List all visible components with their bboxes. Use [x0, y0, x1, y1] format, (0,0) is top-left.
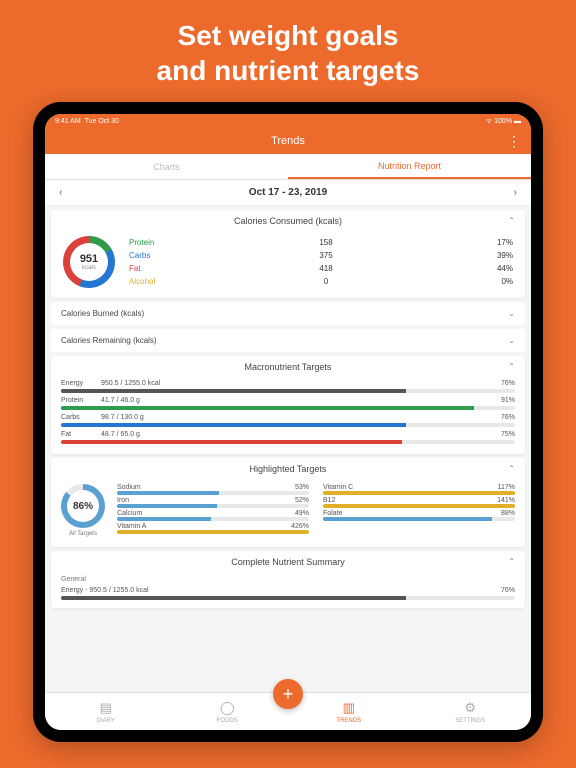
chevron-down-icon: ⌄	[508, 336, 515, 345]
chevron-up-icon: ⌃	[508, 216, 515, 225]
collapsed-section[interactable]: Calories Remaining (kcals)⌄	[51, 329, 525, 352]
chevron-up-icon: ⌃	[508, 557, 515, 566]
tab-charts[interactable]: Charts	[45, 154, 288, 179]
tab-diary[interactable]: ▤DIARY	[45, 693, 167, 730]
status-bar: 9:41 AM Tue Oct 30 ᯤ 100% ▬	[45, 114, 531, 128]
complete-nutrient-summary-card: Complete Nutrient Summary⌃ General Energ…	[51, 551, 525, 608]
calories-donut-chart: 951kcals	[63, 236, 115, 288]
collapsed-section[interactable]: Calories Burned (kcals)⌄	[51, 302, 525, 325]
tab-foods[interactable]: ◯FOODS	[167, 693, 289, 730]
marketing-headline: Set weight goalsand nutrient targets	[137, 0, 440, 102]
trends-icon: ▥	[343, 700, 355, 716]
chevron-up-icon: ⌃	[508, 362, 515, 371]
summary-header[interactable]: Complete Nutrient Summary⌃	[51, 551, 525, 573]
highlighted-targets-card: Highlighted Targets⌃ 86% All Targets Sod…	[51, 458, 525, 547]
calories-legend: Protein15817%Carbs37539%Fat41844%Alcohol…	[129, 236, 513, 288]
nav-bar: Trends ⋮	[45, 128, 531, 154]
legend-row: Protein15817%	[129, 236, 513, 249]
calories-consumed-header[interactable]: Calories Consumed (kcals)⌃	[51, 210, 525, 232]
highlighted-header[interactable]: Highlighted Targets⌃	[51, 458, 525, 480]
tab-nutrition-report[interactable]: Nutrition Report	[288, 154, 531, 179]
chevron-up-icon: ⌃	[508, 464, 515, 473]
macro-row: Carbs98.7 / 130.0 g76%	[61, 412, 515, 429]
summary-section-label: General	[61, 573, 515, 585]
highlighted-item: Iron52%	[117, 497, 309, 508]
diary-icon: ▤	[100, 700, 112, 716]
legend-row: Fat41844%	[129, 262, 513, 275]
tablet-screen: 9:41 AM Tue Oct 30 ᯤ 100% ▬ Trends ⋮ Cha…	[45, 114, 531, 730]
macronutrient-targets-card: Macronutrient Targets⌃ Energy950.5 / 125…	[51, 356, 525, 454]
highlighted-item: Sodium53%	[117, 484, 309, 495]
add-button[interactable]: +	[273, 679, 303, 709]
settings-icon: ⚙	[464, 700, 476, 716]
menu-icon[interactable]: ⋮	[507, 133, 521, 150]
highlighted-item: B12141%	[323, 497, 515, 508]
tab-settings[interactable]: ⚙SETTINGS	[410, 693, 532, 730]
macro-row: Fat48.7 / 65.0 g75%	[61, 429, 515, 446]
macro-header[interactable]: Macronutrient Targets⌃	[51, 356, 525, 378]
highlighted-item: Vitamin C117%	[323, 484, 515, 495]
legend-row: Alcohol00%	[129, 275, 513, 288]
highlighted-item: Vitamin A426%	[117, 523, 309, 534]
macro-row: Protein41.7 / 46.0 g91%	[61, 395, 515, 412]
foods-icon: ◯	[220, 700, 235, 716]
date-next-icon[interactable]: ›	[514, 187, 517, 198]
tablet-frame: 9:41 AM Tue Oct 30 ᯤ 100% ▬ Trends ⋮ Cha…	[33, 102, 543, 742]
date-range-label[interactable]: Oct 17 - 23, 2019	[249, 187, 327, 198]
summary-row: Energy - 950.5 / 1255.0 kcal76%	[61, 585, 515, 602]
date-prev-icon[interactable]: ‹	[59, 187, 62, 198]
date-range-row: ‹ Oct 17 - 23, 2019 ›	[45, 180, 531, 206]
tab-bar: + ▤DIARY ◯FOODS ▥TRENDS ⚙SETTINGS	[45, 692, 531, 730]
highlighted-item: Folate88%	[323, 510, 515, 521]
chevron-down-icon: ⌄	[508, 309, 515, 318]
all-targets-donut: 86% All Targets	[61, 484, 105, 537]
tab-trends[interactable]: ▥TRENDS	[288, 693, 410, 730]
segmented-control: Charts Nutrition Report	[45, 154, 531, 180]
macro-row: Energy950.5 / 1255.0 kcal76%	[61, 378, 515, 395]
nav-title: Trends	[271, 135, 305, 147]
legend-row: Carbs37539%	[129, 249, 513, 262]
scroll-content[interactable]: Calories Consumed (kcals)⌃ 951kcals Prot…	[45, 206, 531, 692]
highlighted-item: Calcium49%	[117, 510, 309, 521]
calories-consumed-card: Calories Consumed (kcals)⌃ 951kcals Prot…	[51, 210, 525, 298]
